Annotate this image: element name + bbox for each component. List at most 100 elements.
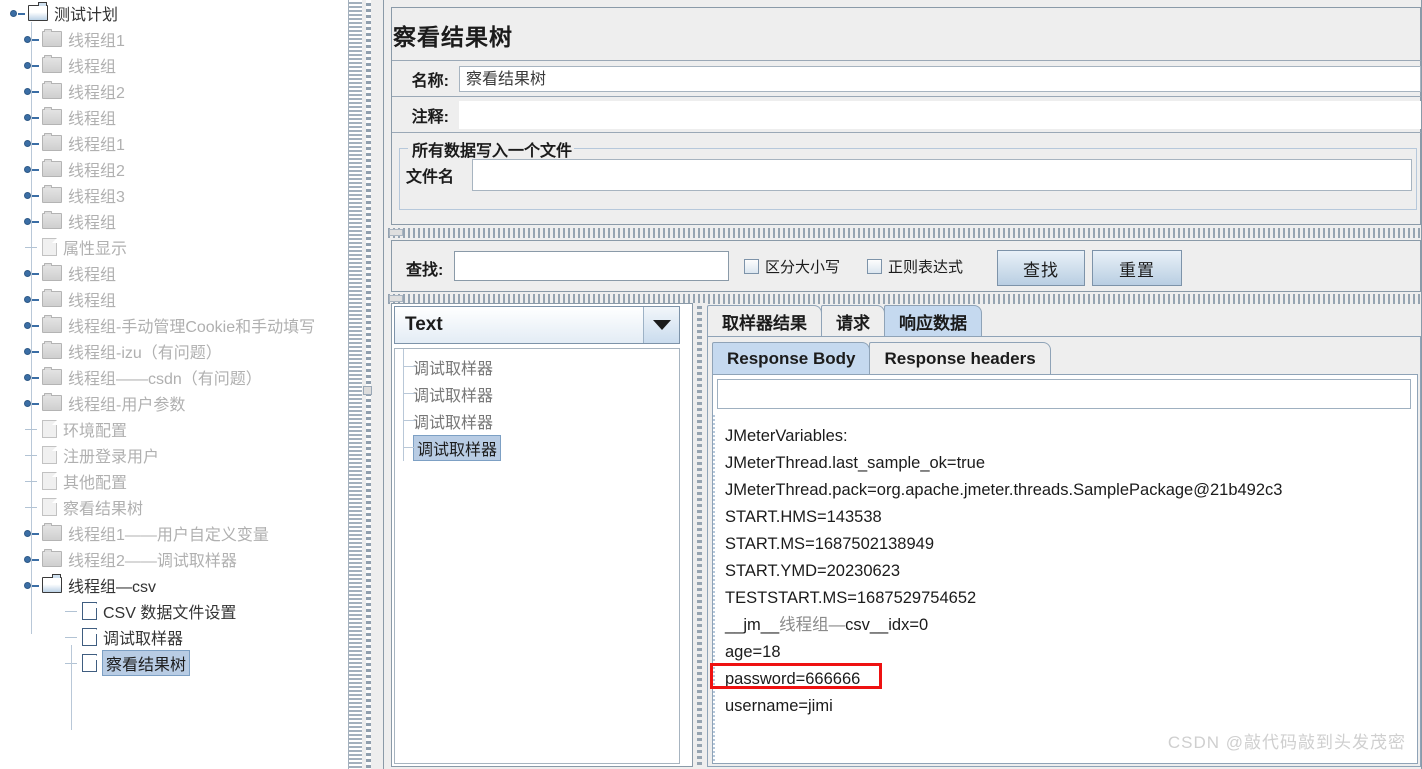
result-tree-item[interactable]: 调试取样器	[395, 434, 679, 461]
response-subtab[interactable]: Response Body	[712, 342, 871, 375]
search-input[interactable]	[454, 251, 729, 281]
folder-icon	[42, 81, 62, 99]
tree-item[interactable]: 线程组	[0, 52, 362, 78]
tree-item[interactable]: 其他配置	[0, 468, 362, 494]
filename-input[interactable]	[472, 159, 1412, 191]
tree-item-label: 线程组	[68, 293, 117, 310]
csv-children-spine	[71, 645, 72, 730]
folder-icon	[42, 523, 62, 541]
tree-item[interactable]: 察看结果树	[0, 494, 362, 520]
tree-leaf-connector	[22, 234, 42, 260]
response-body-text[interactable]: JMeterVariables: JMeterThread.last_sample…	[715, 413, 1415, 761]
expand-handle-icon[interactable]	[8, 0, 28, 26]
tree-leaf-connector	[62, 598, 82, 624]
expand-handle-icon[interactable]	[22, 546, 42, 572]
tree-item[interactable]: 线程组	[0, 208, 362, 234]
tree-item[interactable]: 线程组——csdn（有问题）	[0, 364, 362, 390]
tree-leaf-connector	[403, 420, 415, 421]
result-tree-item[interactable]: 调试取样器	[395, 353, 679, 380]
filename-row: 文件名	[406, 159, 1412, 191]
tree-item[interactable]: 线程组-izu（有问题）	[0, 338, 362, 364]
checkbox-icon	[744, 259, 759, 274]
expand-handle-icon[interactable]	[22, 208, 42, 234]
result-tab[interactable]: 请求	[821, 305, 885, 337]
tree-item[interactable]: 察看结果树	[0, 650, 362, 676]
expand-handle-icon[interactable]	[22, 286, 42, 312]
response-line: START.MS=1687502138949	[725, 535, 934, 553]
find-button[interactable]: 查找	[997, 250, 1085, 286]
comment-label: 注释:	[411, 109, 449, 126]
expand-handle-icon[interactable]	[22, 572, 42, 598]
title-divider	[392, 60, 1421, 61]
tree-item-label: 线程组—csv	[68, 579, 157, 596]
tree-item[interactable]: 线程组1——用户自定义变量	[0, 520, 362, 546]
tree-item[interactable]: 注册登录用户	[0, 442, 362, 468]
tree-item[interactable]: 线程组	[0, 286, 362, 312]
tree-vertical-scrollbar[interactable]	[348, 0, 362, 769]
reset-button[interactable]: 重置	[1092, 250, 1182, 286]
result-tabs[interactable]: 取样器结果 请求 响应数据	[707, 303, 982, 337]
tree-item[interactable]: 调试取样器	[0, 624, 362, 650]
split1-collapse-button[interactable]	[389, 229, 403, 236]
result-tab[interactable]: 响应数据	[884, 305, 982, 337]
expand-handle-icon[interactable]	[22, 182, 42, 208]
jmeter-window: 测试计划 线程组1 线程组 线程组2 线程组 线程组1 线程组2 线程组3 线程组 属性显示 线程组…	[0, 0, 1422, 769]
tree-root[interactable]: 测试计划	[0, 0, 362, 26]
expand-handle-icon[interactable]	[22, 104, 42, 130]
regex-checkbox[interactable]: 正则表达式	[867, 256, 963, 277]
response-search-field[interactable]	[717, 379, 1411, 409]
horizontal-split-1[interactable]	[385, 228, 1422, 238]
expand-handle-icon[interactable]	[22, 52, 42, 78]
response-line: username=jimi	[725, 697, 833, 715]
main-split-divider[interactable]	[362, 0, 384, 769]
result-tab[interactable]: 取样器结果	[707, 305, 822, 337]
expand-handle-icon[interactable]	[22, 156, 42, 182]
tree-item[interactable]: 线程组1	[0, 130, 362, 156]
expand-handle-icon[interactable]	[22, 520, 42, 546]
expand-handle-icon[interactable]	[22, 364, 42, 390]
results-split-divider[interactable]	[693, 303, 707, 767]
tree-item[interactable]: 线程组2——调试取样器	[0, 546, 362, 572]
split-collapse-button[interactable]	[363, 386, 372, 395]
split2-collapse-button[interactable]	[389, 295, 403, 302]
expand-handle-icon[interactable]	[22, 338, 42, 364]
name-input[interactable]: 察看结果树	[458, 66, 1421, 92]
comment-input[interactable]	[458, 101, 1421, 129]
expand-handle-icon[interactable]	[22, 312, 42, 338]
response-subtab[interactable]: Response headers	[869, 342, 1051, 375]
tree-item[interactable]: 属性显示	[0, 234, 362, 260]
tree-item[interactable]: 环境配置	[0, 416, 362, 442]
renderer-select[interactable]: Text	[394, 306, 680, 344]
test-plan-tree[interactable]: 测试计划 线程组1 线程组 线程组2 线程组 线程组1 线程组2 线程组3 线程组 属性显示 线程组…	[0, 0, 363, 769]
tree-item[interactable]: 线程组3	[0, 182, 362, 208]
tree-item-label: 环境配置	[63, 423, 128, 440]
case-sensitive-checkbox[interactable]: 区分大小写	[744, 256, 840, 277]
result-tree-item-label: 调试取样器	[413, 360, 494, 378]
tree-item[interactable]: 线程组—csv	[0, 572, 362, 598]
tree-item[interactable]: 线程组1	[0, 26, 362, 52]
chevron-down-icon[interactable]	[643, 307, 679, 343]
sampler-results-tree[interactable]: 调试取样器 调试取样器 调试取样器 调试取样器	[394, 348, 680, 764]
result-tab-label: 取样器结果	[722, 314, 807, 333]
tree-leaf-connector	[22, 468, 42, 494]
expand-handle-icon[interactable]	[22, 26, 42, 52]
response-line: __jm__线程组—csv__idx=0	[725, 616, 929, 634]
expand-handle-icon[interactable]	[22, 260, 42, 286]
expand-handle-icon[interactable]	[22, 78, 42, 104]
tree-item-label: 线程组	[68, 111, 117, 128]
tree-item[interactable]: 线程组-用户参数	[0, 390, 362, 416]
expand-handle-icon[interactable]	[22, 390, 42, 416]
tree-item-label: 线程组3	[68, 189, 125, 206]
document-icon	[42, 498, 57, 516]
tree-item[interactable]: CSV 数据文件设置	[0, 598, 362, 624]
result-tree-item[interactable]: 调试取样器	[395, 407, 679, 434]
result-tree-item[interactable]: 调试取样器	[395, 380, 679, 407]
tree-item[interactable]: 线程组	[0, 260, 362, 286]
page-title: 察看结果树	[393, 24, 513, 50]
response-subtabs[interactable]: Response Body Response headers	[712, 341, 1051, 375]
expand-handle-icon[interactable]	[22, 130, 42, 156]
tree-item[interactable]: 线程组2	[0, 78, 362, 104]
tree-item[interactable]: 线程组2	[0, 156, 362, 182]
tree-item[interactable]: 线程组	[0, 104, 362, 130]
tree-item[interactable]: 线程组-手动管理Cookie和手动填写	[0, 312, 362, 338]
